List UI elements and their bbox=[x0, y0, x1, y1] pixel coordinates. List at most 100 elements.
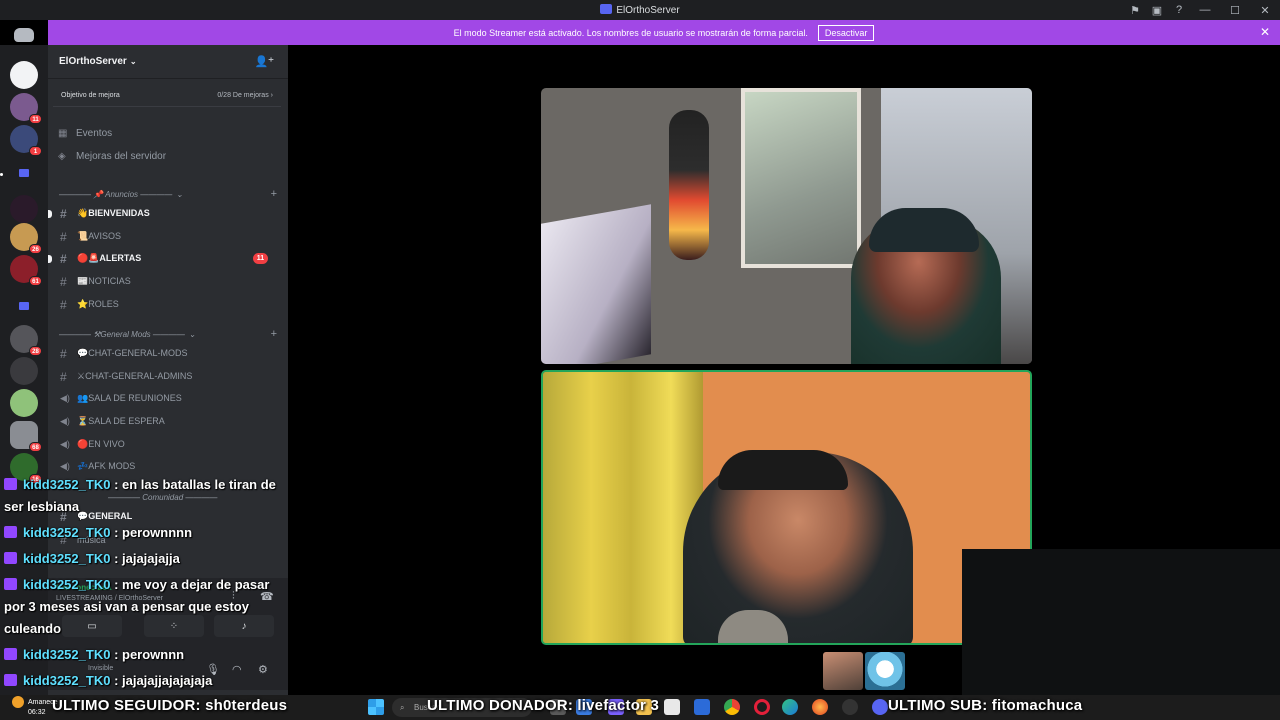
chat-username: kidd3252_TK0 bbox=[23, 477, 111, 492]
video-tile-2-speaking[interactable] bbox=[541, 370, 1032, 645]
channel-name: 👥SALA DE REUNIONES bbox=[77, 393, 182, 403]
participant-avatar[interactable] bbox=[823, 652, 863, 690]
channel-name: 👋BIENVENIDAS bbox=[77, 208, 150, 218]
chevron-down-icon: ⌄ bbox=[188, 329, 196, 339]
title-bar: ElOrthoServer ⚑ ▣ ? — ☐ ✕ bbox=[0, 0, 1280, 20]
mention-badge: 26 bbox=[29, 244, 42, 254]
chat-username: kidd3252_TK0 bbox=[23, 647, 111, 662]
channel-sala-de-reuniones[interactable]: ◀) 👥SALA DE REUNIONES bbox=[58, 388, 280, 409]
chat-badge-icon bbox=[4, 578, 17, 590]
boost-label: Objetivo de mejora bbox=[61, 92, 120, 99]
edge-icon[interactable] bbox=[782, 699, 798, 715]
category-anuncios[interactable]: ———— 📌 Anuncios ———— ⌄ + bbox=[59, 186, 281, 202]
taskbar-app-icon[interactable] bbox=[664, 699, 680, 715]
chat-badge-icon bbox=[4, 552, 17, 564]
category-general-mods[interactable]: ———— ⚒General Mods ———— ⌄ + bbox=[59, 326, 281, 342]
maximize-button[interactable]: ☐ bbox=[1220, 0, 1250, 20]
discord-taskbar-icon[interactable] bbox=[872, 699, 888, 715]
obs-icon[interactable] bbox=[842, 699, 858, 715]
firefox-icon[interactable] bbox=[812, 699, 828, 715]
server-header[interactable]: ElOrthoServer ⌄ 👤⁺ bbox=[48, 45, 288, 79]
calendar-icon: ▦ bbox=[58, 127, 68, 139]
text-channel-icon: # bbox=[60, 251, 67, 266]
server-icon[interactable] bbox=[10, 389, 38, 417]
channel-noticias[interactable]: # 📰NOTICIAS bbox=[58, 271, 280, 292]
last-donor-label: ULTIMO DONADOR: livefactor 3 bbox=[427, 697, 660, 714]
server-icon[interactable]: 26 bbox=[10, 223, 42, 254]
chat-username: kidd3252_TK0 bbox=[23, 577, 111, 592]
text-channel-icon: # bbox=[60, 297, 67, 312]
video-background bbox=[543, 372, 703, 643]
channel-chat-general-mods[interactable]: # 💬CHAT-GENERAL-MODS bbox=[58, 343, 280, 364]
channel-roles[interactable]: # ⭐ROLES bbox=[58, 294, 280, 315]
invite-icon[interactable]: 👤⁺ bbox=[254, 55, 274, 68]
speaker-icon: ◀) bbox=[60, 461, 70, 471]
channel-name: 💤AFK MODS bbox=[77, 461, 136, 471]
events-link[interactable]: ▦ Eventos bbox=[58, 123, 112, 143]
add-channel-icon[interactable]: + bbox=[271, 328, 277, 340]
mention-badge: 11 bbox=[29, 114, 42, 124]
mention-badge: 1 bbox=[29, 146, 42, 156]
chat-badge-icon bbox=[4, 478, 17, 490]
server-icon[interactable] bbox=[10, 195, 38, 223]
folder-icon[interactable] bbox=[19, 169, 29, 177]
folder-icon[interactable] bbox=[19, 302, 29, 310]
channel-name: 🔴EN VIVO bbox=[77, 439, 125, 449]
search-icon: ⌕ bbox=[400, 703, 405, 712]
chevron-down-icon: ⌄ bbox=[129, 57, 137, 66]
video-background bbox=[741, 88, 861, 268]
channel-bienvenidas[interactable]: # 👋BIENVENIDAS bbox=[48, 203, 280, 224]
close-icon[interactable]: ✕ bbox=[1260, 25, 1270, 39]
close-window-button[interactable]: ✕ bbox=[1250, 0, 1280, 20]
chat-username: kidd3252_TK0 bbox=[23, 551, 111, 566]
channel-name: 💬CHAT-GENERAL-MODS bbox=[77, 348, 188, 358]
video-microphone bbox=[669, 110, 709, 260]
server-icon[interactable]: 28 bbox=[10, 325, 42, 356]
minimize-button[interactable]: — bbox=[1190, 0, 1220, 20]
text-channel-icon: # bbox=[60, 369, 67, 384]
server-icon[interactable]: 61 bbox=[10, 255, 42, 286]
opera-icon[interactable] bbox=[754, 699, 770, 715]
chat-text: : perownnn bbox=[114, 647, 185, 662]
channel-en-vivo[interactable]: ◀) 🔴EN VIVO bbox=[58, 434, 280, 455]
channel-alertas[interactable]: # 🔴🚨ALERTAS 11 bbox=[48, 248, 280, 269]
speaker-icon: ◀) bbox=[60, 416, 70, 426]
taskbar-app-icon[interactable] bbox=[694, 699, 710, 715]
add-channel-icon[interactable]: + bbox=[271, 188, 277, 200]
mention-badge: 61 bbox=[29, 276, 42, 286]
server-icon[interactable]: 11 bbox=[10, 93, 42, 124]
banner-text: El modo Streamer está activado. Los nomb… bbox=[453, 27, 808, 38]
boost-progress: 0/28 De mejoras bbox=[217, 92, 269, 99]
video-tile-1[interactable] bbox=[541, 88, 1032, 364]
chat-text: : perownnnn bbox=[114, 525, 193, 540]
start-button[interactable] bbox=[368, 699, 384, 715]
server-icon[interactable] bbox=[10, 357, 38, 385]
participant-thumbnails bbox=[823, 652, 905, 690]
speaker-icon: ◀) bbox=[60, 439, 70, 449]
text-channel-icon: # bbox=[60, 346, 67, 361]
server-icon[interactable]: 1 bbox=[10, 125, 42, 156]
weather-widget[interactable]: Amanece 06:32 bbox=[12, 695, 58, 717]
deactivate-button[interactable]: Desactivar bbox=[817, 24, 875, 41]
speaker-icon: ◀) bbox=[60, 393, 70, 403]
chrome-icon[interactable] bbox=[724, 699, 740, 715]
inbox-icon[interactable]: ▣ bbox=[1146, 4, 1168, 17]
participant-avatar[interactable] bbox=[865, 652, 905, 690]
chat-text: : jajajajjajajajaja bbox=[114, 673, 213, 688]
flag-icon[interactable]: ⚑ bbox=[1124, 4, 1146, 17]
chat-message: kidd3252_TK0 : en las batallas le tiran … bbox=[4, 474, 294, 518]
chat-message: kidd3252_TK0 : me voy a dejar de pasar p… bbox=[4, 574, 274, 640]
server-icon[interactable] bbox=[10, 61, 38, 89]
boost-goal[interactable]: Objetivo de mejora 0/28 De mejoras › bbox=[53, 85, 281, 107]
server-boosts-link[interactable]: ◈ Mejoras del servidor bbox=[58, 146, 166, 166]
last-sub-label: ULTIMO SUB: fitomachuca bbox=[888, 697, 1083, 714]
events-label: Eventos bbox=[76, 127, 113, 139]
channel-sala-de-espera[interactable]: ◀) ⏳SALA DE ESPERA bbox=[58, 411, 280, 432]
category-label: ———— ⚒General Mods ———— bbox=[59, 329, 185, 339]
help-icon[interactable]: ? bbox=[1168, 4, 1190, 16]
discord-home-icon[interactable] bbox=[14, 28, 34, 42]
server-icon[interactable]: 68 bbox=[10, 421, 42, 452]
channel-chat-general-admins[interactable]: # ⚔CHAT-GENERAL-ADMINS bbox=[58, 366, 280, 387]
taskbar-time: 06:32 bbox=[28, 709, 46, 716]
channel-avisos[interactable]: # 📜AVISOS bbox=[58, 226, 280, 247]
